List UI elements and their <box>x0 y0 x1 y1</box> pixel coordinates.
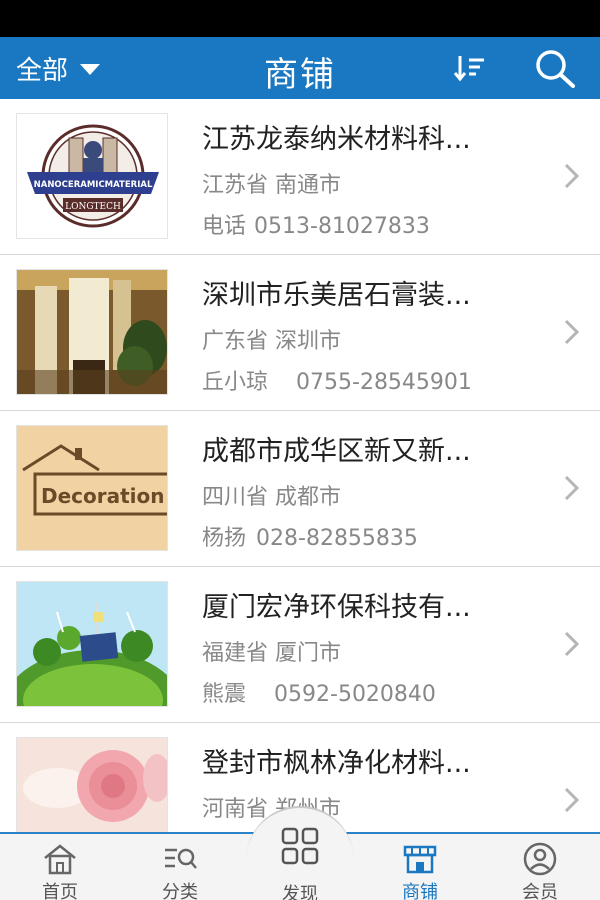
store-icon <box>403 845 437 874</box>
contact-phone: 028-82855835 <box>256 526 418 551</box>
shop-name: 登封市枫林净化材料... <box>202 748 471 779</box>
tab-category[interactable]: 分类 <box>120 834 240 900</box>
shop-list-item[interactable]: NANOCERAMICMATERIAL LONGTECH 江苏龙泰纳米材料科..… <box>0 99 600 255</box>
tab-category-label: 分类 <box>162 882 198 900</box>
chevron-right-icon <box>564 163 580 189</box>
status-bar <box>0 0 600 37</box>
tab-shops[interactable]: 商铺 <box>360 834 480 900</box>
sort-icon <box>453 56 484 82</box>
shop-list-item[interactable]: 厦门宏净环保科技有... 福建省 厦门市 熊震 0592-5020840 <box>0 567 600 723</box>
category-icon <box>165 848 197 869</box>
tab-member-label: 会员 <box>522 882 558 900</box>
chevron-right-icon <box>564 631 580 657</box>
shop-photo <box>16 269 168 395</box>
chevron-right-icon <box>564 475 580 501</box>
shop-region: 福建省 厦门市 <box>202 641 341 666</box>
grid-icon <box>281 827 319 865</box>
contact-name: 杨扬 <box>202 526 247 551</box>
shop-name: 厦门宏净环保科技有... <box>202 592 471 623</box>
chevron-right-icon <box>564 787 580 813</box>
shop-contact: 电话 0513-81027833 <box>202 208 430 240</box>
tab-home[interactable]: 首页 <box>0 834 120 900</box>
user-icon <box>523 842 557 876</box>
shop-region: 江苏省 南通市 <box>202 173 341 198</box>
shop-name: 江苏龙泰纳米材料科... <box>202 124 471 155</box>
shop-photo <box>16 581 168 707</box>
shop-photo <box>16 737 168 832</box>
contact-phone: 0592-5020840 <box>274 682 436 707</box>
tab-discover-label: 发现 <box>282 884 318 900</box>
shop-logo: NANOCERAMICMATERIAL LONGTECH <box>16 113 168 239</box>
tab-shops-label: 商铺 <box>402 882 438 900</box>
shop-contact: 丘小琼 0755-28545901 <box>202 364 472 396</box>
logo-text: NANOCERAMICMATERIAL <box>34 180 153 190</box>
bottom-tab-bar: 首页 分类 发现 商铺 会员 <box>0 806 600 900</box>
shop-logo: Decoration <box>16 425 168 551</box>
tab-member[interactable]: 会员 <box>480 834 600 900</box>
tab-home-label: 首页 <box>42 882 78 900</box>
shop-list: NANOCERAMICMATERIAL LONGTECH 江苏龙泰纳米材料科..… <box>0 99 600 832</box>
contact-phone: 0513-81027833 <box>254 214 430 239</box>
logo-text: Decoration <box>41 484 165 508</box>
contact-name: 电话 <box>202 214 247 239</box>
sort-button[interactable] <box>452 51 488 85</box>
chevron-down-icon <box>80 63 101 75</box>
top-nav-bar: 全部 商铺 <box>0 37 600 99</box>
shop-list-item[interactable]: 深圳市乐美居石膏装... 广东省 深圳市 丘小琼 0755-28545901 <box>0 255 600 411</box>
search-button[interactable] <box>532 47 578 89</box>
shop-list-item[interactable]: Decoration 成都市成华区新又新... 四川省 成都市 杨扬 028-82… <box>0 411 600 567</box>
shop-name: 深圳市乐美居石膏装... <box>202 280 471 311</box>
home-icon <box>44 844 76 875</box>
shop-region: 广东省 深圳市 <box>202 329 341 354</box>
chevron-right-icon <box>564 319 580 345</box>
shop-contact: 熊震 0592-5020840 <box>202 676 436 708</box>
shop-contact: 杨扬 028-82855835 <box>202 520 418 552</box>
contact-phone: 0755-28545901 <box>296 370 472 395</box>
contact-name: 熊震 <box>202 682 247 707</box>
shop-name: 成都市成华区新又新... <box>202 436 471 467</box>
search-icon <box>536 50 575 88</box>
shop-region: 四川省 成都市 <box>202 485 341 510</box>
contact-name: 丘小琼 <box>202 370 269 395</box>
region-filter-dropdown[interactable]: 全部 <box>16 37 101 99</box>
filter-label: 全部 <box>16 55 69 86</box>
logo-subtext: LONGTECH <box>65 202 121 212</box>
